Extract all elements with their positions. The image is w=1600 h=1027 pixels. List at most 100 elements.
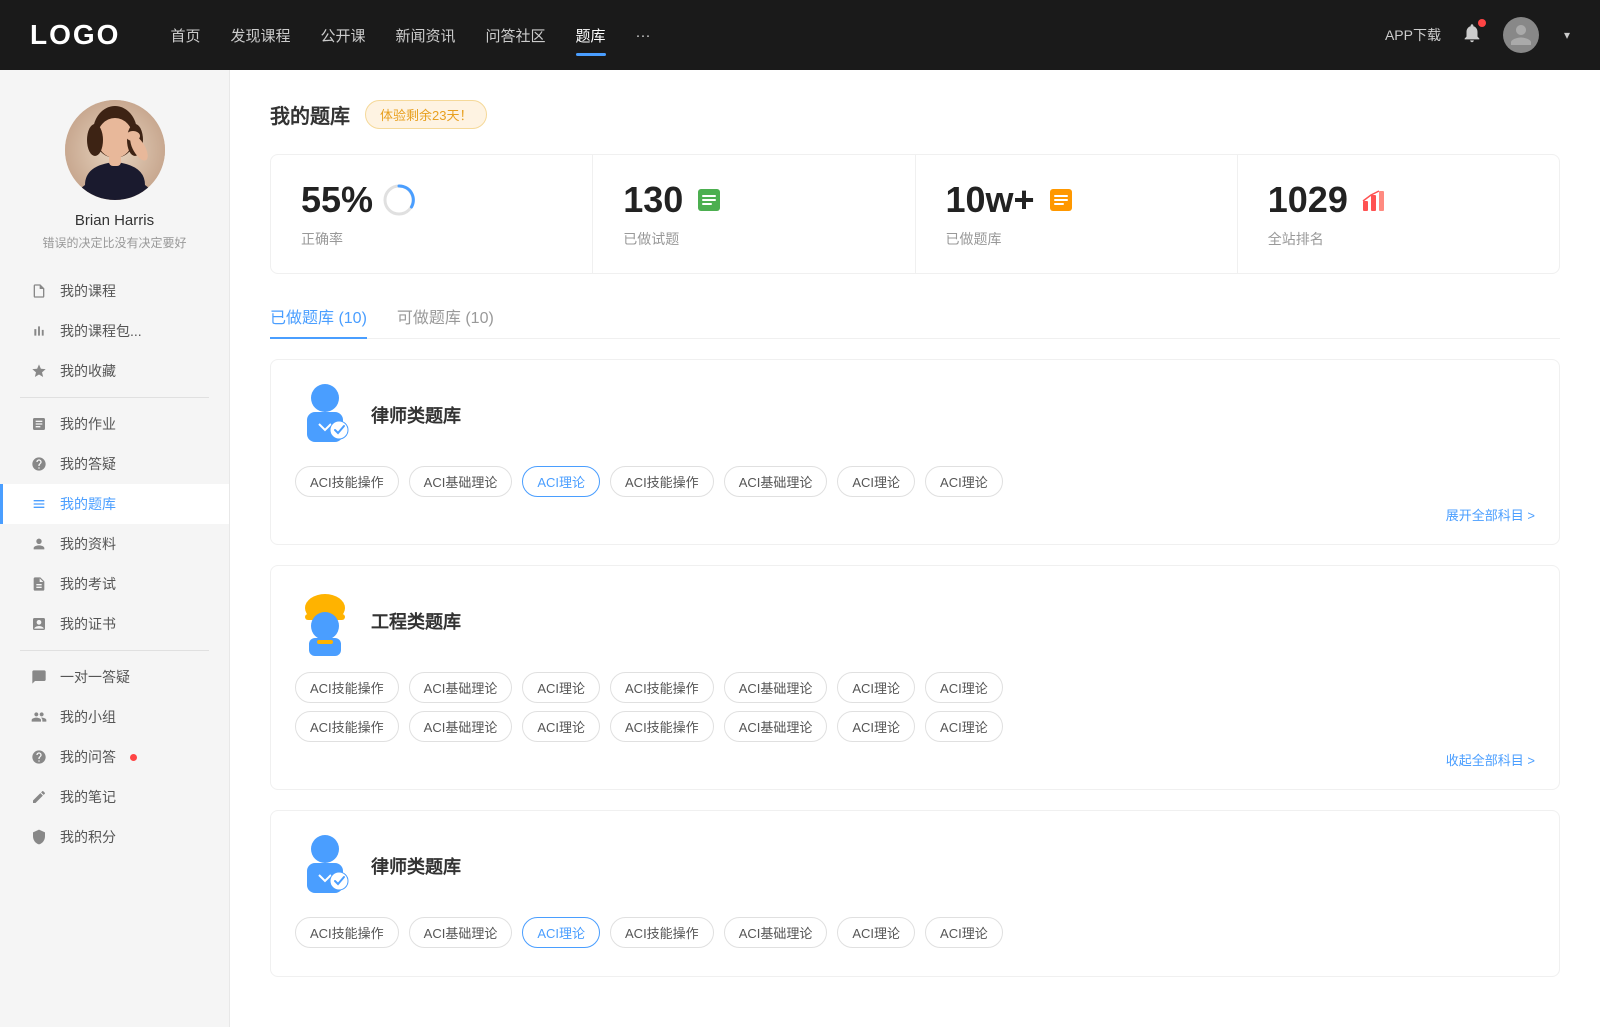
- stat-questions-label: 已做试题: [623, 229, 884, 249]
- tag-eng-r2-5[interactable]: ACI理论: [837, 711, 915, 742]
- sidebar-item-posts-label: 我的问答: [60, 747, 116, 767]
- sidebar-item-homework[interactable]: 我的作业: [0, 404, 229, 444]
- sidebar-item-qa[interactable]: 我的答疑: [0, 444, 229, 484]
- sidebar-item-bank-label: 我的题库: [60, 494, 116, 514]
- list-icon: [693, 184, 725, 216]
- tag-lawyer-2-6[interactable]: ACI理论: [925, 917, 1003, 948]
- nav-more[interactable]: ···: [636, 27, 651, 44]
- tag-lawyer-2-2[interactable]: ACI理论: [522, 917, 600, 948]
- tag-eng-r2-0[interactable]: ACI技能操作: [295, 711, 399, 742]
- stat-accuracy-value: 55%: [301, 179, 373, 221]
- tag-lawyer-1-6[interactable]: ACI理论: [925, 466, 1003, 497]
- sidebar-item-points[interactable]: 我的积分: [0, 817, 229, 857]
- tag-eng-0[interactable]: ACI技能操作: [295, 672, 399, 703]
- tag-lawyer-1-3[interactable]: ACI技能操作: [610, 466, 714, 497]
- tag-eng-3[interactable]: ACI技能操作: [610, 672, 714, 703]
- sidebar-item-bank[interactable]: 我的题库: [0, 484, 229, 524]
- tag-eng-r2-6[interactable]: ACI理论: [925, 711, 1003, 742]
- star-icon: [30, 362, 48, 380]
- main-content: 我的题库 体验剩余23天！ 55% 正确率: [230, 70, 1600, 1027]
- bank-tags-engineer-row1: ACI技能操作 ACI基础理论 ACI理论 ACI技能操作 ACI基础理论 AC…: [295, 672, 1535, 703]
- tag-eng-6[interactable]: ACI理论: [925, 672, 1003, 703]
- stat-questions-value: 130: [623, 179, 683, 221]
- nav-discover[interactable]: 发现课程: [230, 25, 290, 46]
- sidebar: Brian Harris 错误的决定比没有决定要好 我的课程 我的课程包...: [0, 70, 230, 1027]
- bank-section-engineer: 工程类题库 ACI技能操作 ACI基础理论 ACI理论 ACI技能操作 ACI基…: [270, 565, 1560, 790]
- navbar-right: APP下载 ▾: [1385, 17, 1570, 53]
- navbar: LOGO 首页 发现课程 公开课 新闻资讯 问答社区 题库 ··· APP下载 …: [0, 0, 1600, 70]
- tag-eng-r2-1[interactable]: ACI基础理论: [409, 711, 513, 742]
- sidebar-item-exams-label: 我的考试: [60, 574, 116, 594]
- bank-name-lawyer-1: 律师类题库: [371, 402, 461, 428]
- tag-eng-r2-2[interactable]: ACI理论: [522, 711, 600, 742]
- stat-accuracy-label: 正确率: [301, 229, 562, 249]
- sidebar-item-courses[interactable]: 我的课程: [0, 271, 229, 311]
- nav-home[interactable]: 首页: [170, 25, 200, 46]
- tag-eng-4[interactable]: ACI基础理论: [724, 672, 828, 703]
- sidebar-item-notes-label: 我的笔记: [60, 787, 116, 807]
- bank-header-engineer: 工程类题库: [295, 586, 1535, 656]
- page-title: 我的题库: [270, 100, 350, 129]
- user-avatar[interactable]: [1503, 17, 1539, 53]
- sidebar-item-packages-label: 我的课程包...: [60, 321, 142, 341]
- bank-section-lawyer-2: 律师类题库 ACI技能操作 ACI基础理论 ACI理论 ACI技能操作 ACI基…: [270, 810, 1560, 977]
- tag-lawyer-1-1[interactable]: ACI基础理论: [409, 466, 513, 497]
- sidebar-item-packages[interactable]: 我的课程包...: [0, 311, 229, 351]
- tag-eng-r2-3[interactable]: ACI技能操作: [610, 711, 714, 742]
- sidebar-item-favorites[interactable]: 我的收藏: [0, 351, 229, 391]
- sidebar-item-exams[interactable]: 我的考试: [0, 564, 229, 604]
- sidebar-item-certs-label: 我的证书: [60, 614, 116, 634]
- nav-open-course[interactable]: 公开课: [320, 25, 365, 46]
- stat-rank: 1029 全站排名: [1238, 155, 1559, 273]
- sidebar-item-notes[interactable]: 我的笔记: [0, 777, 229, 817]
- tag-eng-2[interactable]: ACI理论: [522, 672, 600, 703]
- tag-lawyer-2-1[interactable]: ACI基础理论: [409, 917, 513, 948]
- sidebar-item-posts[interactable]: 我的问答: [0, 737, 229, 777]
- tag-lawyer-1-0[interactable]: ACI技能操作: [295, 466, 399, 497]
- sidebar-item-1on1-label: 一对一答疑: [60, 667, 130, 687]
- qa-dot: [130, 754, 137, 761]
- tag-eng-5[interactable]: ACI理论: [837, 672, 915, 703]
- sidebar-item-profile[interactable]: 我的资料: [0, 524, 229, 564]
- tag-eng-1[interactable]: ACI基础理论: [409, 672, 513, 703]
- logo: LOGO: [30, 19, 120, 51]
- nav-qa[interactable]: 问答社区: [486, 25, 546, 46]
- tag-lawyer-2-5[interactable]: ACI理论: [837, 917, 915, 948]
- cert-icon: [30, 615, 48, 633]
- sidebar-item-1on1[interactable]: 一对一答疑: [0, 657, 229, 697]
- tag-lawyer-2-3[interactable]: ACI技能操作: [610, 917, 714, 948]
- expand-btn-lawyer-1[interactable]: 展开全部科目 >: [295, 505, 1535, 524]
- bank-header-lawyer-2: 律师类题库: [295, 831, 1535, 901]
- app-download-link[interactable]: APP下载: [1385, 25, 1441, 45]
- chart-icon: [30, 322, 48, 340]
- user-dropdown-arrow[interactable]: ▾: [1564, 28, 1570, 42]
- collapse-btn-engineer[interactable]: 收起全部科目 >: [295, 750, 1535, 769]
- nav-menu: 首页 发现课程 公开课 新闻资讯 问答社区 题库 ···: [170, 25, 1385, 46]
- tag-lawyer-1-5[interactable]: ACI理论: [837, 466, 915, 497]
- question-icon: [30, 455, 48, 473]
- tag-lawyer-2-0[interactable]: ACI技能操作: [295, 917, 399, 948]
- stat-rank-label: 全站排名: [1268, 229, 1529, 249]
- nav-news[interactable]: 新闻资讯: [396, 25, 456, 46]
- tag-lawyer-1-2[interactable]: ACI理论: [522, 466, 600, 497]
- stat-accuracy: 55% 正确率: [271, 155, 593, 273]
- tab-done-banks[interactable]: 已做题库 (10): [270, 304, 367, 338]
- notification-bell[interactable]: [1461, 22, 1483, 49]
- tag-lawyer-1-4[interactable]: ACI基础理论: [724, 466, 828, 497]
- tab-available-banks[interactable]: 可做题库 (10): [397, 304, 494, 338]
- group-icon: [30, 708, 48, 726]
- tag-eng-r2-4[interactable]: ACI基础理论: [724, 711, 828, 742]
- sidebar-item-homework-label: 我的作业: [60, 414, 116, 434]
- doc-icon: [30, 415, 48, 433]
- sidebar-item-group[interactable]: 我的小组: [0, 697, 229, 737]
- sidebar-divider-2: [20, 650, 209, 651]
- bank-name-engineer: 工程类题库: [371, 608, 461, 634]
- stat-banks: 10w+ 已做题库: [916, 155, 1238, 273]
- tag-lawyer-2-4[interactable]: ACI基础理论: [724, 917, 828, 948]
- nav-bank[interactable]: 题库: [576, 25, 606, 46]
- note-icon: [30, 788, 48, 806]
- stat-banks-value: 10w+: [946, 179, 1035, 221]
- sidebar-item-certs[interactable]: 我的证书: [0, 604, 229, 644]
- orange-list-icon: [1045, 184, 1077, 216]
- sidebar-item-qa-label: 我的答疑: [60, 454, 116, 474]
